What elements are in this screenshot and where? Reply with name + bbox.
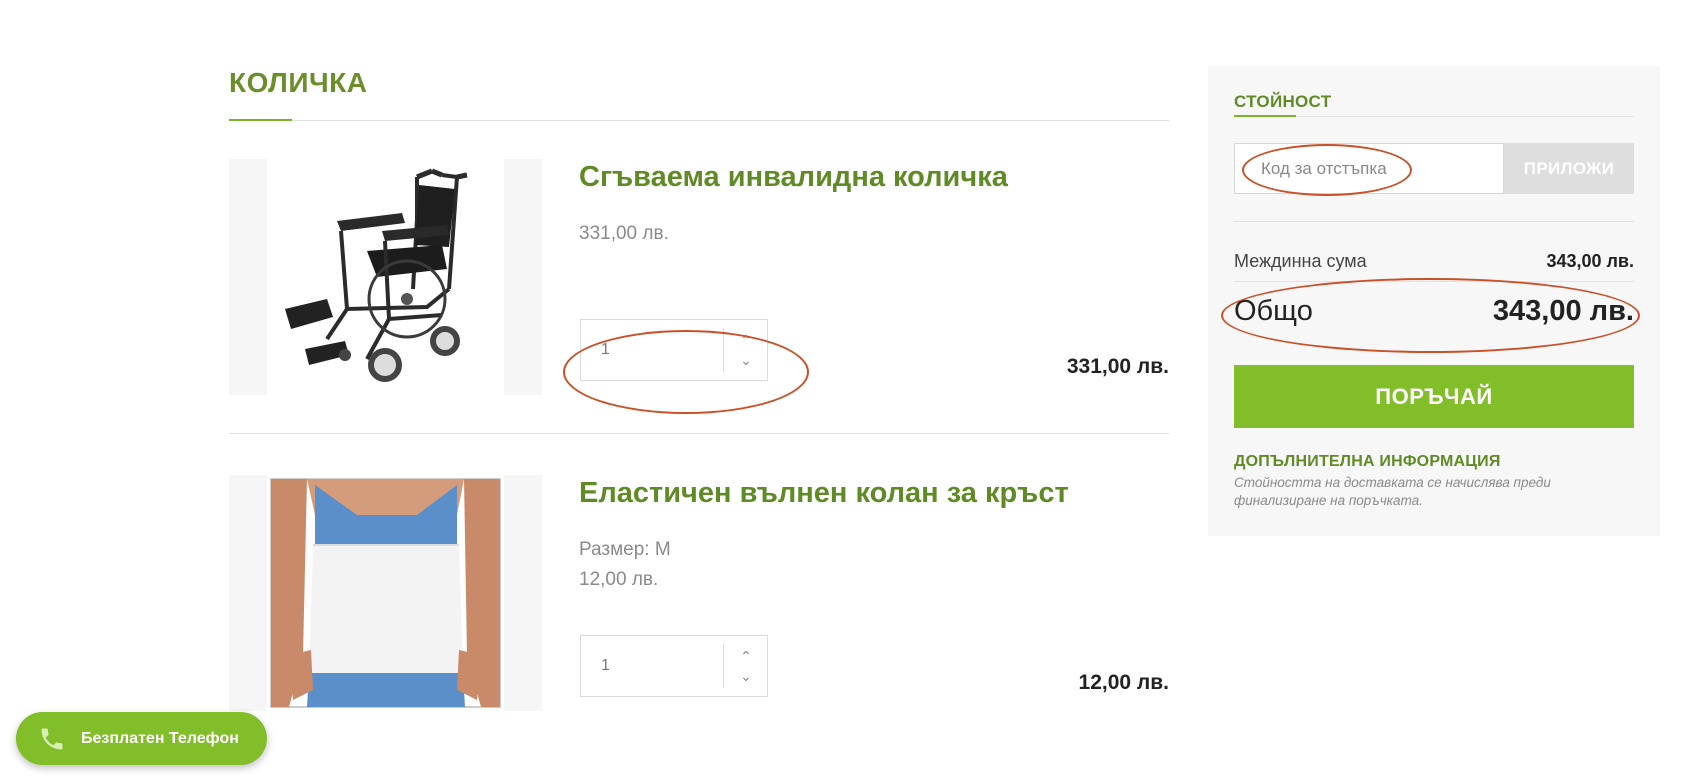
summary-title: СТОЙНОСТ bbox=[1234, 92, 1332, 111]
product-name[interactable]: Еластичен вълнен колан за кръст bbox=[579, 475, 1069, 511]
quantity-value[interactable]: 1 bbox=[601, 320, 610, 380]
line-total: 331,00 лв. bbox=[1066, 355, 1169, 378]
chevron-down-icon[interactable]: ⌄ bbox=[736, 668, 756, 684]
order-button[interactable]: ПОРЪЧАЙ bbox=[1234, 365, 1634, 428]
product-thumbnail[interactable] bbox=[229, 159, 542, 395]
coupon-input[interactable] bbox=[1234, 143, 1504, 194]
product-thumbnail[interactable] bbox=[229, 475, 542, 711]
quantity-arrows: ⌃ ⌄ bbox=[723, 644, 767, 688]
title-divider bbox=[229, 119, 1169, 121]
quantity-arrows: ⌃ ⌄ bbox=[723, 328, 767, 372]
unit-price: 12,00 лв. bbox=[579, 569, 659, 590]
summary-row-divider bbox=[1234, 281, 1634, 282]
subtotal-value: 343,00 лв. bbox=[1546, 251, 1634, 271]
cart-section: КОЛИЧКА Сгъваема инвалидна количка 331,0… bbox=[229, 60, 1169, 711]
phone-label: Безплатен Телефон bbox=[81, 730, 239, 747]
product-variant: Размер: M bbox=[579, 539, 671, 560]
chevron-up-icon[interactable]: ⌃ bbox=[736, 332, 756, 348]
wheelchair-image bbox=[285, 168, 468, 382]
cart-title: КОЛИЧКА bbox=[229, 67, 368, 98]
quantity-stepper[interactable]: 1 ⌃ ⌄ bbox=[580, 635, 768, 697]
back-belt-image bbox=[270, 478, 501, 708]
phone-icon bbox=[41, 728, 63, 750]
chevron-down-icon[interactable]: ⌄ bbox=[736, 352, 756, 368]
item-divider bbox=[229, 433, 1169, 434]
free-phone-button[interactable]: Безплатен Телефон bbox=[16, 712, 267, 765]
product-name[interactable]: Сгъваема инвалидна количка bbox=[579, 159, 1008, 195]
apply-coupon-button[interactable]: ПРИЛОЖИ bbox=[1504, 143, 1634, 194]
quantity-stepper[interactable]: 1 ⌃ ⌄ bbox=[580, 319, 768, 381]
info-title: ДОПЪЛНИТЕЛНА ИНФОРМАЦИЯ bbox=[1234, 453, 1501, 470]
summary-row-divider bbox=[1234, 221, 1634, 222]
line-total: 12,00 лв. bbox=[1078, 671, 1169, 694]
subtotal-label: Междинна сума bbox=[1234, 251, 1367, 271]
total-label: Общо bbox=[1234, 295, 1313, 327]
unit-price: 331,00 лв. bbox=[579, 223, 669, 244]
total-value: 343,00 лв. bbox=[1492, 295, 1634, 327]
info-text: Стойността на доставката се начислява пр… bbox=[1234, 475, 1551, 508]
quantity-value[interactable]: 1 bbox=[601, 636, 610, 696]
chevron-up-icon[interactable]: ⌃ bbox=[736, 648, 756, 664]
order-summary: СТОЙНОСТ ПРИЛОЖИ Междинна сума 343,00 лв… bbox=[1208, 66, 1660, 536]
summary-divider bbox=[1234, 115, 1634, 117]
